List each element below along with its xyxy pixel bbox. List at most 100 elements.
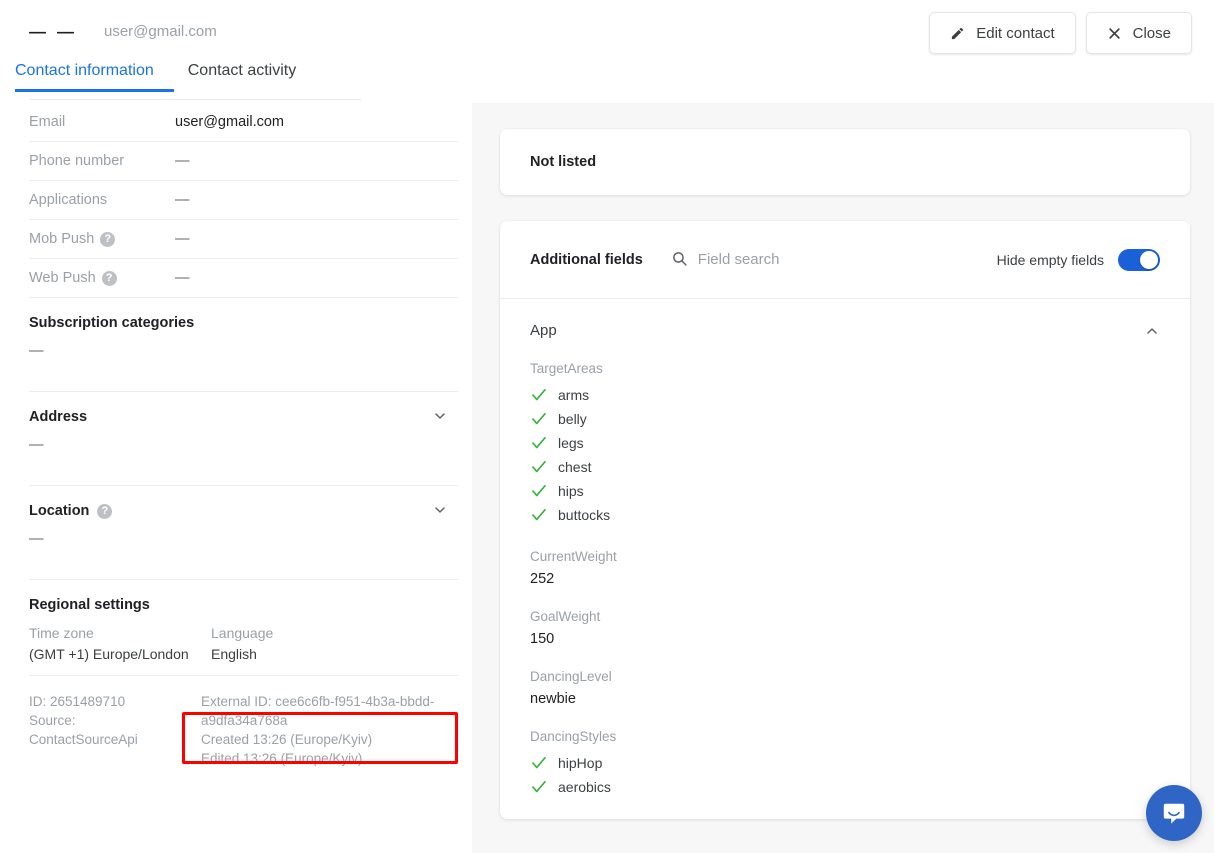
field-group-name: App [530,321,557,339]
hide-empty-fields-label: Hide empty fields [996,251,1104,268]
check-item: hips [530,479,1160,503]
check-icon [532,508,546,521]
check-item-label: chest [558,459,592,475]
field-value: — [175,231,190,247]
field-label: Web Push [29,270,96,286]
field-group-body-app: TargetAreas arms belly legs chest hips b… [500,361,1190,819]
tab-bar-rule [29,99,361,100]
field-name: CurrentWeight [530,549,617,564]
toggle-knob [1140,250,1158,269]
language-value: English [211,646,257,662]
not-listed-label: Not listed [530,154,597,170]
section-value: — [29,437,44,453]
contact-information-panel: Email user@gmail.com Phone number — Appl… [0,103,472,853]
edited-timestamp: Edited 13:26 (Europe/Kyiv) [201,751,363,766]
source-value: ContactSourceApi [29,732,138,747]
field-row-applications: Applications — [29,181,458,220]
field-value: — [175,192,190,208]
check-icon [532,780,546,793]
tab-contact-activity[interactable]: Contact activity [174,62,310,92]
check-item-label: aerobics [558,779,611,795]
check-item: arms [530,383,1160,407]
section-value: — [29,531,44,547]
field-label: Mob Push [29,231,95,247]
check-icon [532,436,546,449]
edit-contact-button[interactable]: Edit contact [929,12,1076,54]
identifier-left-column: ID: 2651489710 Source: ContactSourceApi [29,692,201,768]
section-subscription-categories: Subscription categories — [29,298,458,392]
field-name: DancingLevel [530,669,612,684]
field-row-web-push: Web Push ? — [29,259,458,298]
field-search[interactable] [671,250,997,270]
top-actions: Edit contact Close [929,12,1192,54]
section-title: Location [29,503,90,519]
intercom-launcher-button[interactable] [1146,785,1202,841]
header-email: user@gmail.com [104,23,217,40]
identifiers-section: ID: 2651489710 Source: ContactSourceApi … [29,676,458,768]
field-target-areas: TargetAreas arms belly legs chest hips b… [530,361,1160,527]
created-timestamp: Created 13:26 (Europe/Kyiv) [201,732,373,747]
field-label-wrap: Web Push ? [29,270,175,286]
contact-identity: — — user@gmail.com [29,20,217,44]
close-label: Close [1132,24,1171,42]
timezone-label: Time zone [29,625,94,641]
field-goal-weight: GoalWeight 150 [530,609,1160,647]
check-item-label: buttocks [558,507,611,523]
chevron-down-icon[interactable] [432,408,448,424]
last-name-placeholder: — [57,22,74,41]
section-title: Address [29,409,88,425]
check-item: buttocks [530,503,1160,527]
field-value: 150 [530,631,555,647]
field-current-weight: CurrentWeight 252 [530,549,1160,587]
close-icon [1107,26,1122,41]
chevron-up-icon[interactable] [1144,323,1160,339]
check-icon [532,460,546,473]
field-label: Phone number [29,153,125,169]
check-item: legs [530,431,1160,455]
section-address: Address — [29,392,458,486]
help-icon[interactable]: ? [97,503,113,519]
check-item-label: arms [558,387,590,403]
close-button[interactable]: Close [1085,12,1192,54]
help-icon[interactable]: ? [100,231,116,247]
check-item-label: legs [558,435,584,451]
section-regional-settings: Regional settings Time zone (GMT +1) Eur… [29,580,458,676]
tab-contact-information[interactable]: Contact information [15,62,174,92]
field-label-wrap: Mob Push ? [29,231,175,247]
help-icon[interactable]: ? [101,270,117,286]
field-dancing-level: DancingLevel newbie [530,669,1160,707]
hide-empty-fields-toggle[interactable] [1118,248,1160,271]
field-row-email: Email user@gmail.com [29,103,458,142]
check-icon [532,412,546,425]
additional-fields-card: Additional fields Hide empty fields App [500,221,1190,819]
field-value: newbie [530,691,576,707]
pencil-icon [950,26,965,41]
chevron-down-icon[interactable] [432,502,448,518]
field-name: TargetAreas [530,361,603,376]
section-title-wrap: Location ? [29,503,458,519]
search-input[interactable] [697,251,938,268]
check-icon [532,388,546,401]
contact-id: ID: 2651489710 [29,694,126,709]
timezone-value: (GMT +1) Europe/London [29,646,189,662]
edit-contact-label: Edit contact [976,24,1055,42]
field-value: 252 [530,571,555,587]
external-id[interactable]: External ID: cee6c6fb-f951-4b3a-bbdd-a9d… [201,692,451,730]
additional-fields-title: Additional fields [530,251,643,268]
field-value: user@gmail.com [175,114,284,130]
field-group-header-app[interactable]: App [500,299,1190,361]
section-title: Subscription categories [29,315,195,331]
section-title: Regional settings [29,597,150,613]
additional-fields-header: Additional fields Hide empty fields [500,221,1190,299]
check-icon [532,756,546,769]
field-label: Email [29,114,66,130]
source-label: Source: [29,713,76,728]
field-label: Applications [29,192,108,208]
check-item: chest [530,455,1160,479]
chat-bubble-icon [1163,803,1185,824]
field-dancing-styles: DancingStyles hipHop aerobics [530,729,1160,799]
language-field: Language English [211,623,393,665]
field-value: — [175,153,190,169]
tab-bar: Contact information Contact activity [0,62,1214,102]
search-icon [671,250,688,270]
